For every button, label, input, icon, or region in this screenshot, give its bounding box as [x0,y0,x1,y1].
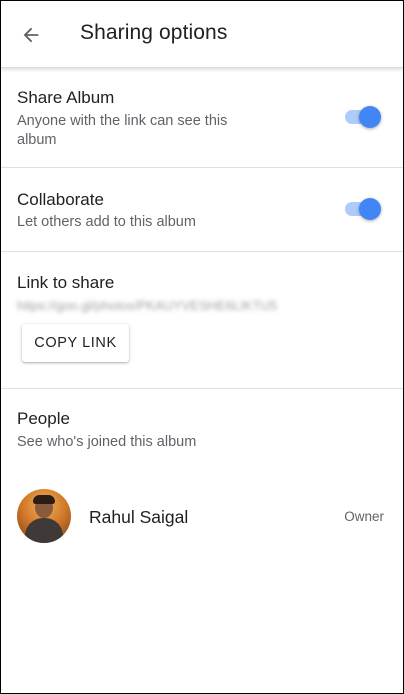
collaborate-row[interactable]: Collaborate Let others add to this album [1,168,403,251]
collaborate-title: Collaborate [17,190,104,209]
app-bar: Sharing options [1,1,403,68]
people-subtitle: See who's joined this album [17,434,197,450]
collaborate-toggle[interactable] [343,197,383,221]
share-album-subtitle-line2: album [17,132,57,148]
toggle-thumb [359,106,381,128]
people-section: People See who's joined this album [1,389,403,479]
share-album-title: Share Album [17,88,115,107]
sharing-options-screen: Sharing options Share Album Anyone with … [0,0,404,694]
share-album-row[interactable]: Share Album Anyone with the link can see… [1,67,403,167]
people-title: People [17,409,70,428]
member-row[interactable]: Rahul Saigal Owner [1,479,403,555]
copy-link-button[interactable]: COPY LINK [22,324,129,362]
member-role: Owner [344,509,384,524]
share-album-subtitle-line1: Anyone with the link can see this [17,113,228,129]
share-album-toggle[interactable] [343,105,383,129]
share-link-url[interactable]: https://goo.gl/photos/PKAUYVESHE6LIKTU5 [17,298,277,313]
back-button[interactable] [15,19,47,51]
avatar [17,489,71,543]
arrow-left-icon [23,27,39,43]
member-name: Rahul Saigal [89,507,189,527]
toggle-thumb [359,198,381,220]
link-section: Link to share https://goo.gl/photos/PKAU… [1,252,403,388]
link-title: Link to share [17,273,115,292]
collaborate-subtitle: Let others add to this album [17,214,196,230]
page-title: Sharing options [80,21,228,44]
